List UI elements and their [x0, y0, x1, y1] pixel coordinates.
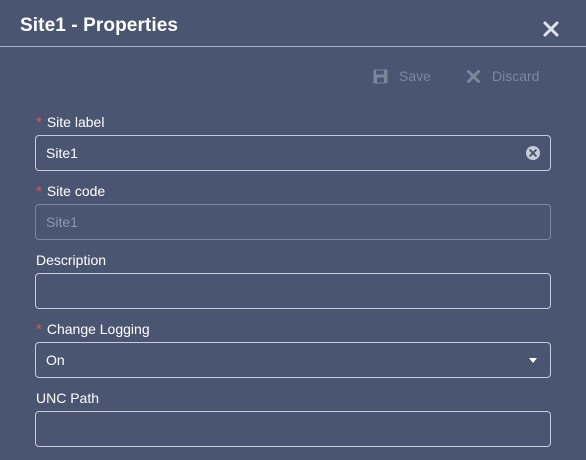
site-code-input[interactable]: Site1 — [35, 204, 551, 240]
site-code-label: * Site code — [36, 183, 105, 200]
close-icon — [543, 21, 559, 37]
change-logging-label: * Change Logging — [36, 321, 150, 338]
floppy-disk-icon — [373, 69, 388, 83]
site-code-value: Site1 — [46, 214, 78, 230]
dialog-header: Site1 - Properties — [0, 0, 586, 47]
required-marker: * — [36, 114, 42, 131]
dialog-title: Site1 - Properties — [20, 15, 179, 36]
site-label-text: Site label — [46, 114, 105, 130]
discard-button[interactable]: Discard — [466, 66, 539, 86]
required-marker: * — [36, 183, 42, 200]
required-marker: * — [36, 321, 42, 338]
change-logging-value: On — [46, 352, 65, 368]
circle-x-icon[interactable] — [525, 145, 541, 161]
change-logging-text: Change Logging — [46, 321, 150, 337]
site-label-value: Site1 — [46, 145, 78, 161]
change-logging-select[interactable]: On — [35, 342, 551, 378]
site-code-text: Site code — [46, 183, 106, 199]
unc-path-input[interactable] — [35, 411, 551, 447]
description-label: Description — [36, 252, 107, 268]
chevron-down-icon[interactable] — [529, 358, 537, 363]
description-input[interactable] — [35, 273, 551, 309]
save-label: Save — [399, 68, 431, 84]
unc-path-label: UNC Path — [36, 390, 100, 406]
close-button[interactable] — [542, 20, 560, 38]
discard-label: Discard — [492, 68, 540, 84]
site-label-input[interactable]: Site1 — [35, 135, 551, 171]
save-button[interactable]: Save — [373, 66, 431, 86]
site-label-label: * Site label — [36, 114, 104, 131]
x-icon — [467, 69, 480, 83]
